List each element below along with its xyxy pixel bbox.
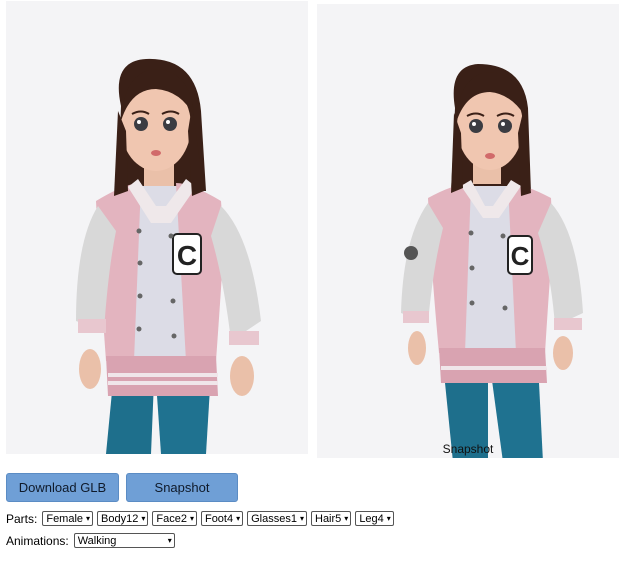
hair-select-value: Hair5 [315,512,342,525]
chevron-down-icon: ▾ [344,514,349,523]
chevron-down-icon: ▾ [189,514,194,523]
snapshot-button[interactable]: Snapshot [126,473,238,502]
character-snapshot: C [401,64,583,458]
animation-select[interactable]: Walking ▾ [73,533,175,548]
model-viewer[interactable]: C [6,1,308,454]
chevron-down-icon: ▾ [236,514,241,523]
snapshot-caption: Snapshot [442,442,494,456]
body-select-value: Body12 [101,512,139,525]
character-model: C [76,58,261,454]
svg-text:C: C [511,241,530,271]
parts-label: Parts: [6,511,38,526]
animations-label: Animations: [6,533,69,548]
animation-select-value: Walking [77,534,117,547]
chevron-down-icon: ▾ [141,514,146,523]
glasses-select[interactable]: Glasses1 ▾ [247,511,307,526]
glasses-select-value: Glasses1 [251,512,297,525]
chevron-down-icon: ▾ [299,514,304,523]
leg-select-value: Leg4 [359,512,384,525]
gender-select-value: Female [46,512,84,525]
chevron-down-icon: ▾ [167,536,172,545]
gender-select[interactable]: Female ▾ [42,511,94,526]
face-select-value: Face2 [156,512,187,525]
foot-select[interactable]: Foot4 ▾ [200,511,244,526]
snapshot-image: C Snapshot [317,4,619,458]
parts-row: Parts: Female ▾ Body12 ▾ Face2 ▾ Foot4 ▾ Gla… [6,511,394,526]
svg-text:C: C [177,240,197,271]
leg-select[interactable]: Leg4 ▾ [355,511,394,526]
chevron-down-icon: ▾ [86,514,91,523]
hair-select[interactable]: Hair5 ▾ [311,511,352,526]
download-glb-button[interactable]: Download GLB [6,473,119,502]
body-select[interactable]: Body12 ▾ [97,511,149,526]
foot-select-value: Foot4 [204,512,234,525]
chevron-down-icon: ▾ [386,514,391,523]
face-select[interactable]: Face2 ▾ [152,511,197,526]
animations-row: Animations: Walking ▾ [6,533,175,548]
